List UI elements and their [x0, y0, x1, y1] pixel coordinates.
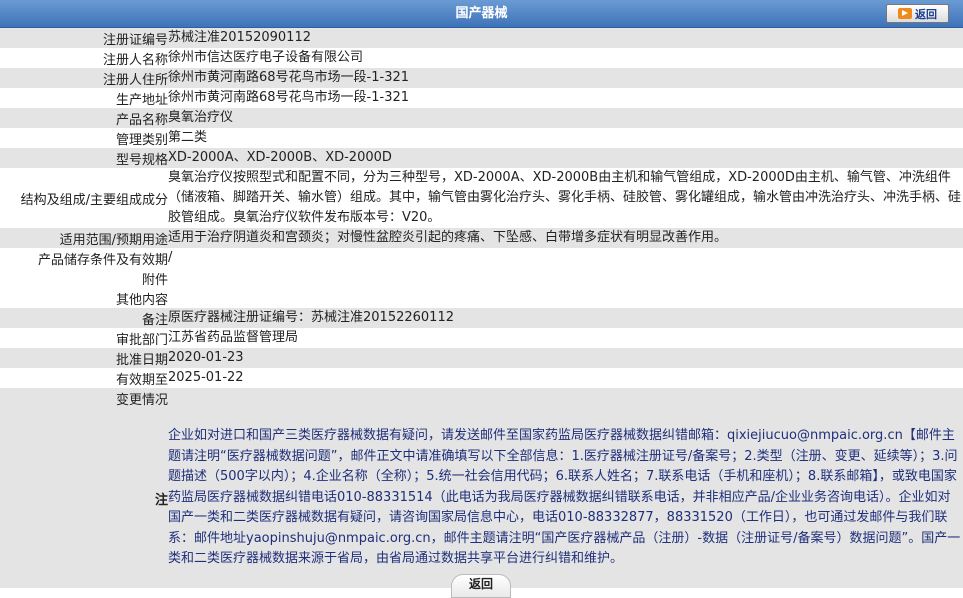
field-value: 第二类	[168, 128, 963, 148]
table-row: 注册人名称 徐州市信达医疗电子设备有限公司	[0, 48, 963, 68]
table-row: 备注 原医疗器械注册证编号：苏械注准20152260112	[0, 308, 963, 328]
table-row: 注册人住所 徐州市黄河南路68号花鸟市场一段-1-321	[0, 68, 963, 88]
note-value: 企业如对进口和国产三类医疗器械数据有疑问，请发送邮件至国家药监局医疗器械数据纠错…	[168, 408, 963, 588]
field-label: 生产地址	[0, 88, 168, 108]
field-label: 附件	[0, 268, 168, 288]
table-row: 结构及组成/主要组成成分 臭氧治疗仪按照型式和配置不同，分为三种型号，XD-20…	[0, 168, 963, 228]
arrow-right-icon	[898, 8, 912, 19]
field-value: 2020-01-23	[168, 348, 963, 368]
field-label: 结构及组成/主要组成成分	[0, 168, 168, 228]
field-label: 其他内容	[0, 288, 168, 308]
table-row: 其他内容	[0, 288, 963, 308]
table-row: 批准日期 2020-01-23	[0, 348, 963, 368]
field-value: 徐州市信达医疗电子设备有限公司	[168, 48, 963, 68]
table-row: 型号规格 XD-2000A、XD-2000B、XD-2000D	[0, 148, 963, 168]
table-row: 有效期至 2025-01-22	[0, 368, 963, 388]
field-label: 注册证编号	[0, 28, 168, 48]
field-value: 2025-01-22	[168, 368, 963, 388]
field-label: 产品名称	[0, 108, 168, 128]
table-row: 注册证编号 苏械注准20152090112	[0, 28, 963, 48]
table-row: 审批部门 江苏省药品监督管理局	[0, 328, 963, 348]
note-row: 注 企业如对进口和国产三类医疗器械数据有疑问，请发送邮件至国家药监局医疗器械数据…	[0, 408, 963, 588]
field-label: 适用范围/预期用途	[0, 228, 168, 248]
field-label: 产品储存条件及有效期	[0, 248, 168, 268]
table-row: 变更情况	[0, 388, 963, 408]
table-row: 附件	[0, 268, 963, 288]
back-button-label: 返回	[915, 7, 937, 21]
field-value	[168, 288, 963, 308]
table-row: 生产地址 徐州市黄河南路68号花鸟市场一段-1-321	[0, 88, 963, 108]
field-value: 原医疗器械注册证编号：苏械注准20152260112	[168, 308, 963, 328]
field-value	[168, 388, 963, 408]
field-value: 臭氧治疗仪	[168, 108, 963, 128]
table-row: 产品储存条件及有效期 /	[0, 248, 963, 268]
field-value: 徐州市黄河南路68号花鸟市场一段-1-321	[168, 88, 963, 108]
field-label: 有效期至	[0, 368, 168, 388]
field-label: 管理类别	[0, 128, 168, 148]
field-label: 备注	[0, 308, 168, 328]
field-label: 型号规格	[0, 148, 168, 168]
field-value	[168, 268, 963, 288]
table-row: 产品名称 臭氧治疗仪	[0, 108, 963, 128]
field-value: 徐州市黄河南路68号花鸟市场一段-1-321	[168, 68, 963, 88]
field-value: /	[168, 248, 963, 268]
field-label: 变更情况	[0, 388, 168, 408]
field-value: 江苏省药品监督管理局	[168, 328, 963, 348]
field-value: XD-2000A、XD-2000B、XD-2000D	[168, 148, 963, 168]
detail-table: 注册证编号 苏械注准20152090112 注册人名称 徐州市信达医疗电子设备有…	[0, 28, 963, 588]
note-label: 注	[0, 408, 168, 588]
note-text: 企业如对进口和国产三类医疗器械数据有疑问，请发送邮件至国家药监局医疗器械数据纠错…	[168, 428, 961, 567]
field-label: 注册人名称	[0, 48, 168, 68]
field-label: 注册人住所	[0, 68, 168, 88]
field-label: 批准日期	[0, 348, 168, 368]
field-label: 审批部门	[0, 328, 168, 348]
back-button-top[interactable]: 返回	[886, 4, 949, 23]
field-value: 适用于治疗阴道炎和宫颈炎；对慢性盆腔炎引起的疼痛、下坠感、白带增多症状有明显改善…	[168, 228, 963, 248]
page-title: 国产器械	[455, 6, 508, 21]
field-value: 苏械注准20152090112	[168, 28, 963, 48]
table-row: 管理类别 第二类	[0, 128, 963, 148]
back-button-bottom[interactable]: 返回	[451, 574, 511, 598]
table-row: 适用范围/预期用途 适用于治疗阴道炎和宫颈炎；对慢性盆腔炎引起的疼痛、下坠感、白…	[0, 228, 963, 248]
page-header: 国产器械 返回	[0, 0, 963, 28]
field-value: 臭氧治疗仪按照型式和配置不同，分为三种型号，XD-2000A、XD-2000B由…	[168, 168, 963, 228]
